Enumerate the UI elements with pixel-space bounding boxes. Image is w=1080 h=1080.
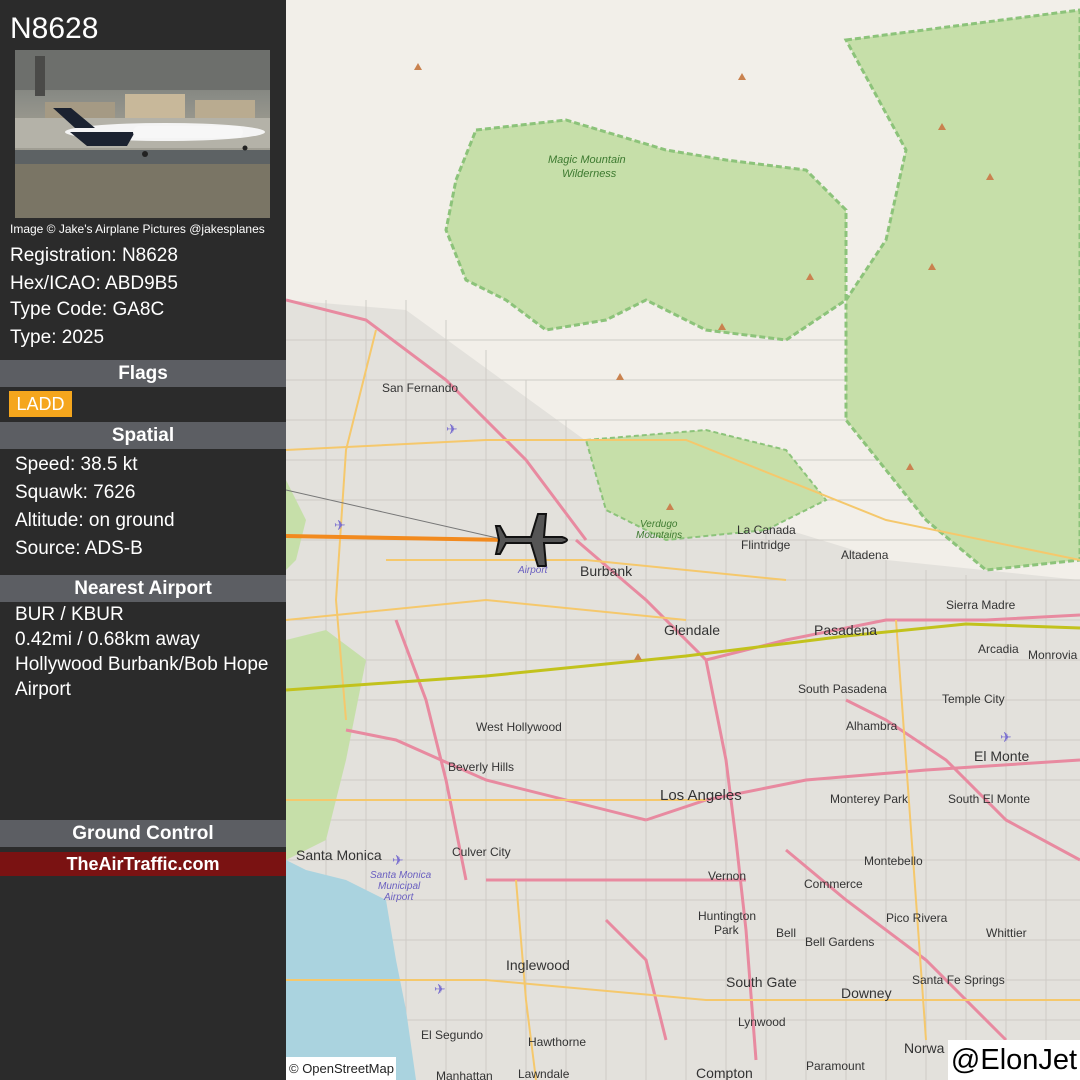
airport-icon: ✈ [446, 421, 458, 437]
nearest-airport-header: Nearest Airport [0, 575, 286, 602]
place-label: Santa Monica [296, 847, 382, 863]
altitude-value: Altitude: on ground [15, 510, 175, 531]
place-label: Culver City [452, 845, 511, 859]
place-label: Commerce [804, 877, 863, 891]
registration-detail: Registration: N8628 [10, 245, 178, 266]
airport-icon: ✈ [434, 981, 446, 997]
place-label: Burbank [580, 563, 633, 579]
place-label: Sierra Madre [946, 598, 1016, 612]
spatial-header: Spatial [0, 422, 286, 449]
place-label: South El Monte [948, 792, 1030, 806]
aircraft-photo-image [15, 50, 270, 218]
place-label: Inglewood [506, 957, 570, 973]
sidebar: N8628 Image © Jake's Airplane Pictures @… [0, 0, 286, 1080]
place-label: Lynwood [738, 1015, 786, 1029]
place-label: Monterey Park [830, 792, 909, 806]
place-label: Arcadia [978, 642, 1019, 656]
place-label: Glendale [664, 622, 720, 638]
map-canvas[interactable]: ✈ ✈ ✈ ✈ ✈ Magic Mountain Wilderness San … [286, 0, 1080, 1080]
place-label: Alhambra [846, 719, 898, 733]
photo-credit: Image © Jake's Airplane Pictures @jakesp… [10, 222, 265, 236]
place-label: Flintridge [741, 538, 791, 552]
place-label: El Segundo [421, 1028, 483, 1042]
place-label: Pico Rivera [886, 911, 948, 925]
type-detail: Type: 2025 [10, 327, 105, 348]
place-label: Hawthorne [528, 1035, 586, 1049]
aircraft-photo [15, 50, 270, 218]
place-label: Manhattan [436, 1069, 493, 1080]
place-label: La Canada [737, 523, 796, 537]
place-label: South Pasadena [798, 682, 887, 696]
place-label: Los Angeles [660, 787, 742, 804]
nearest-airport-name: Hollywood Burbank/Bob Hope [15, 654, 269, 675]
nearest-airport-name-cont: Airport [15, 679, 71, 700]
nearest-airport-distance: 0.42mi / 0.68km away [15, 629, 200, 650]
registration-title: N8628 [10, 12, 99, 45]
flags-header: Flags [0, 360, 286, 387]
place-label: Airport [517, 565, 549, 576]
place-label: Downey [841, 985, 892, 1001]
ground-control-header: Ground Control [0, 820, 286, 847]
place-label: Huntington [698, 909, 756, 923]
hex-icao-detail: Hex/ICAO: ABD9B5 [10, 273, 178, 294]
place-label: Airport [383, 892, 415, 903]
place-label: Montebello [864, 854, 923, 868]
airport-icon: ✈ [392, 852, 404, 868]
place-label: West Hollywood [476, 720, 562, 734]
place-label: San Fernando [382, 381, 458, 395]
place-label: Beverly Hills [448, 760, 514, 774]
place-label: Altadena [841, 548, 889, 562]
type-code-detail: Type Code: GA8C [10, 299, 165, 320]
place-label: Compton [696, 1065, 753, 1080]
map-view[interactable]: ✈ ✈ ✈ ✈ ✈ Magic Mountain Wilderness San … [286, 0, 1080, 1080]
place-label: Pasadena [814, 622, 877, 638]
place-label: Municipal [378, 881, 421, 892]
place-label: Verdugo [640, 519, 678, 530]
airport-icon: ✈ [1000, 729, 1012, 745]
place-label: South Gate [726, 974, 797, 990]
place-label: Mountains [636, 530, 682, 541]
place-label: Whittier [986, 926, 1027, 940]
airport-icon: ✈ [334, 517, 346, 533]
place-label: Vernon [708, 869, 746, 883]
place-label: Norwa [904, 1040, 945, 1056]
place-label: Lawndale [518, 1067, 570, 1080]
place-label: Park [714, 923, 740, 937]
place-label: Wilderness [562, 168, 617, 180]
place-label: Temple City [942, 692, 1005, 706]
place-label: Monrovia [1028, 648, 1078, 662]
place-label: Paramount [806, 1059, 865, 1073]
place-label: El Monte [974, 748, 1029, 764]
place-label: Santa Monica [370, 870, 432, 881]
map-attribution[interactable]: © OpenStreetMap [286, 1057, 396, 1080]
place-label: Santa Fe Springs [912, 973, 1005, 987]
place-label: Bell [776, 926, 796, 940]
flag-badge-ladd: LADD [9, 391, 72, 417]
place-label: Magic Mountain [548, 154, 626, 166]
nearest-airport-code: BUR / KBUR [15, 604, 124, 625]
speed-value: Speed: 38.5 kt [15, 454, 138, 475]
place-label: Bell Gardens [805, 935, 874, 949]
promo-link[interactable]: TheAirTraffic.com [0, 852, 286, 876]
source-value: Source: ADS-B [15, 538, 143, 559]
squawk-value: Squawk: 7626 [15, 482, 136, 503]
watermark-handle: @ElonJet [948, 1040, 1080, 1080]
